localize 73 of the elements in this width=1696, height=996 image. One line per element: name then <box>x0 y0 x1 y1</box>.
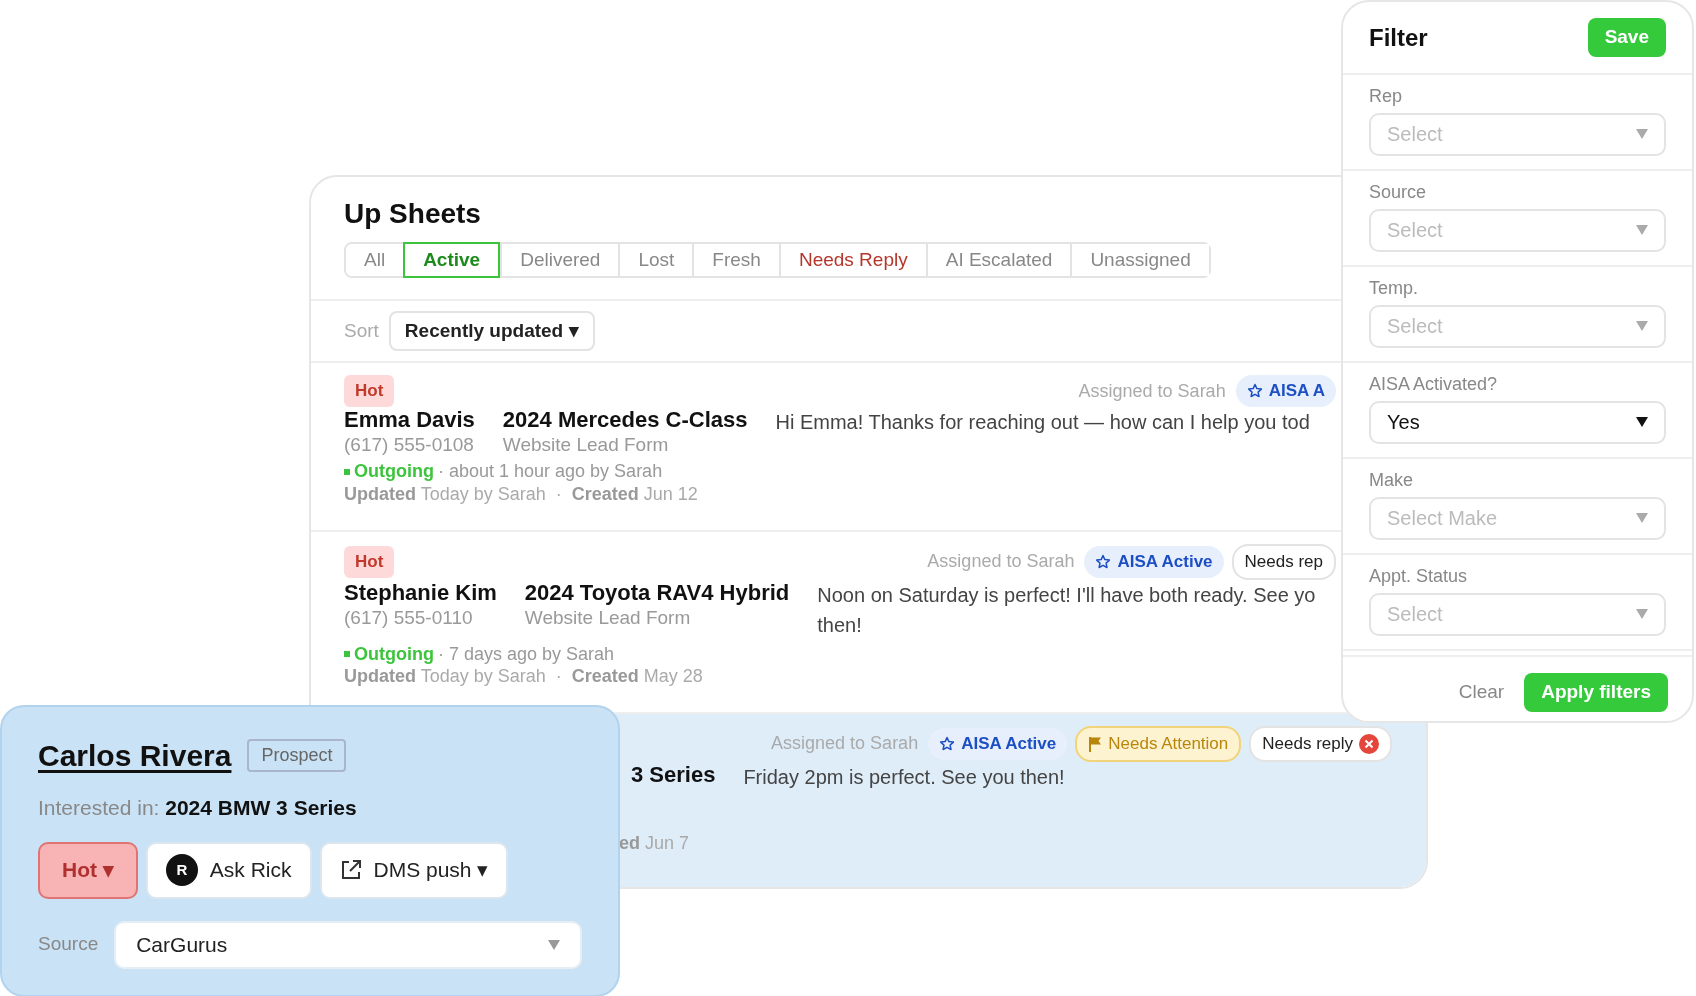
field-label: Source <box>1369 183 1428 203</box>
close-icon <box>1359 733 1379 754</box>
assignee-text: Assigned to Sarah <box>1078 379 1226 403</box>
vehicle-text: 2024 Toyota RAV4 Hybrid <box>524 579 790 606</box>
apply-filters-button[interactable]: Apply filters <box>1524 673 1668 712</box>
filter-tab[interactable]: Active <box>403 241 501 279</box>
dates-text: ed Jun 7 <box>619 831 691 855</box>
dates-text: Updated Today by Sarah · Created Jun 12 <box>344 482 699 506</box>
assignee-text: Assigned to Sarah <box>771 732 919 756</box>
select-field[interactable]: Select <box>1369 304 1666 348</box>
source-text: Website Lead Form <box>524 605 692 630</box>
attention-tag: Needs Attention <box>1075 726 1242 762</box>
message-preview: Noon on Saturday is perfect! I'll have both ready. See yo then! <box>817 582 1317 638</box>
caret-icon <box>1636 321 1648 332</box>
message-preview: Friday 2pm is perfect. See you then! <box>743 764 1066 790</box>
filter-title: Filter <box>1369 22 1428 53</box>
temperature-tag: Hot <box>344 375 395 407</box>
source-select[interactable]: CarGurus <box>114 920 582 969</box>
status-tag: Prospect <box>247 739 347 772</box>
caret-icon <box>1636 129 1648 140</box>
dates-text: Updated Today by Sarah · Created May 28 <box>344 665 704 689</box>
aisa-tag: AISA Active <box>1084 546 1224 578</box>
aisa-tag: AISA Active <box>928 728 1068 760</box>
external-link-icon <box>339 859 362 881</box>
select-field[interactable]: Select <box>1369 112 1666 156</box>
aisa-tag: AISA A <box>1235 375 1336 407</box>
field-label: Temp. <box>1369 279 1420 299</box>
needs-reply-tag: Needs reply <box>1249 726 1392 762</box>
caret-icon <box>1636 513 1648 524</box>
interest-text: Interested in: 2024 BMW 3 Series <box>38 795 358 821</box>
select-field[interactable]: Select <box>1369 592 1666 636</box>
temperature-dropdown[interactable]: Hot ▾ <box>38 841 138 899</box>
phone-text: (617) 555-0110 <box>344 605 474 630</box>
filter-tab[interactable]: Unassigned <box>1070 243 1209 277</box>
save-button[interactable]: Save <box>1587 18 1666 57</box>
select-field[interactable]: Select <box>1369 208 1666 252</box>
clear-button[interactable]: Clear <box>1452 677 1511 708</box>
assignee-text: Assigned to Sarah <box>927 550 1075 574</box>
caret-icon <box>1636 225 1648 236</box>
avatar-icon: R <box>165 854 198 886</box>
phone-text: (617) 555-0108 <box>344 433 475 458</box>
ask-assistant-button[interactable]: R Ask Rick <box>145 841 312 899</box>
vehicle-text: 3 Series <box>631 761 716 788</box>
message-preview: Hi Emma! Thanks for reaching out — how can I help you tod <box>775 410 1311 435</box>
select-field[interactable]: Yes <box>1369 400 1666 444</box>
lead-name[interactable]: Emma Davis <box>344 407 475 434</box>
needs-reply-tag: Needs rep <box>1231 544 1336 580</box>
star-icon <box>939 735 956 752</box>
select-field[interactable]: Select Make <box>1369 496 1666 540</box>
sort-label: Sort <box>344 318 379 343</box>
source-text: Website Lead Form <box>502 433 670 458</box>
vehicle-text: 2024 Mercedes C-Class <box>502 407 748 434</box>
direction-text: Outgoing <box>354 643 434 666</box>
caret-icon <box>548 939 560 950</box>
field-label: Make <box>1369 471 1414 491</box>
activity-text: · 7 days ago by Sarah <box>438 643 615 666</box>
field-label: AISA Activated? <box>1369 375 1499 395</box>
activity-text: · about 1 hour ago by Sarah <box>438 461 663 483</box>
star-icon <box>1095 553 1112 570</box>
panel-title: Up Sheets <box>344 199 482 230</box>
field-label: Appt. Status <box>1369 567 1469 587</box>
caret-icon <box>1636 417 1648 428</box>
flag-icon <box>1088 735 1103 752</box>
field-label: Rep <box>1369 87 1404 107</box>
star-icon <box>1246 383 1263 399</box>
caret-icon <box>1636 609 1648 620</box>
direction-text: Outgoing <box>354 461 434 483</box>
dms-push-dropdown[interactable]: DMS push ▾ <box>319 841 509 899</box>
lead-name-link[interactable]: Carlos Rivera <box>38 733 232 778</box>
temperature-tag: Hot <box>344 546 395 578</box>
source-label: Source <box>38 932 99 957</box>
sort-dropdown[interactable]: Recently updated ▾ <box>388 310 595 352</box>
lead-name[interactable]: Stephanie Kim <box>344 579 497 606</box>
